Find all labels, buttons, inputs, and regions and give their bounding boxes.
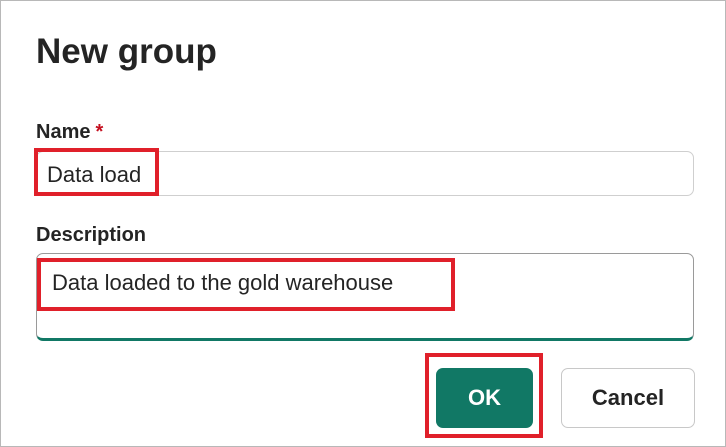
description-label: Description [36, 224, 147, 246]
description-textarea[interactable]: Data loaded to the gold warehouse [36, 253, 694, 341]
name-input-value: Data load [47, 162, 142, 187]
name-label-text: Name [36, 121, 91, 143]
name-input[interactable]: Data load [36, 151, 694, 196]
description-textarea-value: Data loaded to the gold warehouse [52, 270, 394, 295]
cancel-button[interactable]: Cancel [561, 368, 695, 428]
new-group-dialog: New group Name * Data load Description Da… [0, 0, 726, 447]
required-marker: * [95, 121, 104, 143]
ok-button[interactable]: OK [436, 368, 533, 428]
name-label: Name * [36, 119, 103, 145]
dialog-title: New group [36, 32, 217, 71]
